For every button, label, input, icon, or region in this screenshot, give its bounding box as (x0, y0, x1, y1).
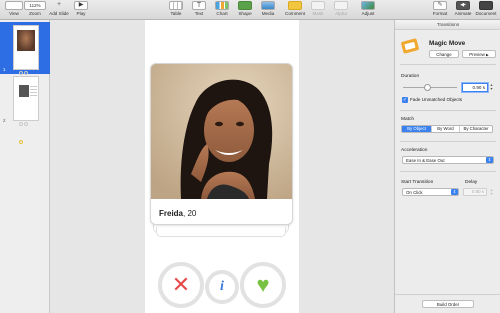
thumbnail-photo (19, 85, 29, 97)
slide-navigator: 1 2 (0, 20, 50, 313)
start-transition-value: On Click (406, 190, 423, 195)
profile-first-name: Freida (159, 209, 184, 218)
profile-name: Freida, 20 (159, 209, 196, 218)
duration-slider[interactable] (403, 84, 457, 91)
adjust-button[interactable]: Adjust (353, 1, 383, 16)
document-button[interactable]: Document (473, 1, 499, 16)
transitions-inspector: Transitions Magic Move Change Preview ▶ … (394, 20, 500, 313)
media-button[interactable]: Media (255, 1, 281, 16)
alpha-icon (334, 1, 348, 10)
start-transition-label: Start Transition (401, 180, 434, 185)
delay-label: Delay (465, 180, 478, 185)
table-icon (169, 1, 183, 10)
slide[interactable]: Freida, 20 ✕ i ♥ (145, 20, 299, 313)
divider (400, 141, 496, 142)
duration-label: Duration (401, 74, 420, 79)
slide-thumbnail-2[interactable]: 2 (0, 73, 50, 144)
card-stack-edge (156, 227, 286, 237)
inspector-tab-transitions[interactable]: Transitions (395, 20, 500, 30)
divider (400, 64, 496, 65)
duration-stepper[interactable]: ▲ ▼ (489, 83, 494, 92)
fade-checkbox-label: Fade Unmatched Objects (410, 97, 463, 102)
profile-card[interactable]: Freida, 20 (150, 63, 293, 225)
x-icon: ✕ (171, 272, 191, 297)
magic-move-icon (400, 38, 420, 54)
chevron-updown-icon: ⇕ (486, 157, 493, 163)
slide-thumbnail-1[interactable]: 1 (0, 22, 50, 93)
alpha-button[interactable]: Alpha (328, 1, 354, 16)
build-order-button[interactable]: Build Order (422, 300, 474, 308)
play-button[interactable]: ▶ Play (68, 1, 94, 16)
match-by-word[interactable]: By Word (431, 126, 459, 132)
play-icon: ▶ (486, 53, 489, 57)
adjust-icon (361, 1, 375, 10)
start-transition-select[interactable]: On Click ⇕ (402, 188, 459, 196)
slide-thumbnail-preview (13, 25, 39, 93)
profile-age: , 20 (183, 209, 197, 218)
info-button[interactable]: i (205, 270, 239, 304)
slide-thumbnail-preview (13, 76, 39, 144)
play-icon: ▶ (74, 1, 88, 10)
info-icon: i (220, 279, 224, 294)
inspector-footer: Build Order (395, 294, 500, 313)
thumbnail-buttons (19, 113, 33, 144)
like-button[interactable]: ♥ (240, 262, 286, 308)
divider (400, 110, 496, 111)
duration-field[interactable]: 0.90 s (462, 83, 488, 92)
slide-number: 2 (3, 118, 6, 123)
thumbnail-photo (17, 30, 35, 51)
dislike-button[interactable]: ✕ (158, 262, 204, 308)
preview-button[interactable]: Preview ▶ (462, 50, 496, 58)
thumbnail-buttons (19, 62, 33, 93)
zoom-value: 112% (24, 1, 46, 10)
divider (400, 171, 496, 172)
match-segmented-control[interactable]: By Object By Word By Character (401, 125, 493, 133)
match-by-character[interactable]: By Character (459, 126, 492, 132)
duration-value: 0.90 s (472, 85, 485, 90)
media-icon (261, 1, 275, 10)
plus-icon: + (56, 1, 62, 8)
document-icon (479, 1, 493, 10)
format-brush-icon: ✎ (433, 1, 447, 10)
profile-photo[interactable] (151, 64, 292, 199)
match-label: Match (401, 117, 415, 122)
animate-icon: ◀▪ (456, 1, 470, 10)
shape-icon (238, 1, 252, 10)
text-icon: T (192, 1, 206, 10)
delay-field: 0.00 s (463, 188, 487, 196)
comment-icon (288, 1, 302, 10)
delay-stepper: ▲ ▼ (489, 188, 494, 196)
match-by-object[interactable]: By Object (402, 126, 431, 132)
slide-number: 1 (3, 67, 6, 72)
mask-icon (311, 1, 325, 10)
slide-canvas: Freida, 20 ✕ i ♥ (51, 20, 393, 313)
chevron-updown-icon: ⇕ (451, 189, 458, 195)
acceleration-value: Ease In & Ease Out (406, 158, 445, 163)
heart-icon: ♥ (256, 272, 270, 297)
acceleration-select[interactable]: Ease In & Ease Out ⇕ (402, 156, 494, 164)
thumbnail-text-lines (30, 86, 37, 96)
profile-photo-illustration (151, 64, 292, 199)
duration-slider-knob[interactable] (424, 84, 431, 91)
change-button[interactable]: Change (429, 50, 459, 58)
toolbar: View 112% Zoom + Add Slide ▶ Play Table … (0, 0, 500, 20)
preview-label: Preview (469, 52, 485, 57)
acceleration-label: Acceleration (401, 148, 428, 153)
delay-value: 0.00 s (472, 189, 484, 194)
view-icon (5, 1, 23, 10)
chart-icon (215, 1, 229, 10)
effect-name: Magic Move (429, 40, 466, 47)
fade-checkbox[interactable]: ✓ (402, 97, 408, 103)
